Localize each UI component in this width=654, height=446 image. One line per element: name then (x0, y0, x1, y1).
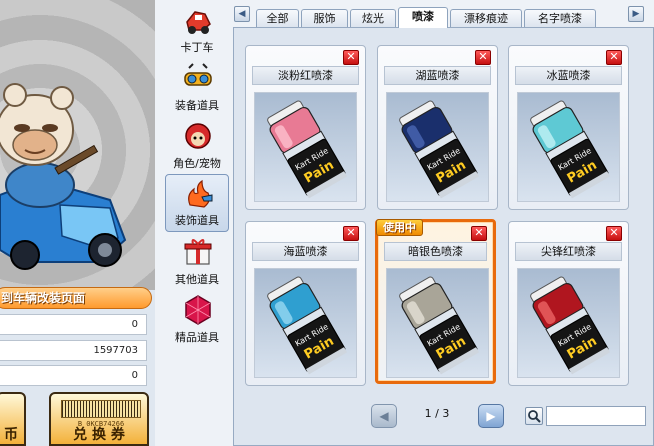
category-label: 装饰道具 (175, 214, 219, 227)
search-input[interactable] (546, 406, 646, 426)
item-image: Kart Ride Pain (254, 92, 357, 202)
category-label: 卡丁车 (180, 41, 214, 54)
item-image: Kart Ride Pain (386, 92, 489, 202)
tab-all[interactable]: 全部 (256, 9, 299, 28)
in-use-badge: 使用中 (376, 219, 423, 236)
current-page: 1 (424, 407, 432, 420)
remove-item-button[interactable]: ✕ (475, 50, 491, 65)
item-name: 海蓝喷漆 (252, 242, 359, 261)
search-icon (528, 410, 541, 423)
character-showcase: 到车辆改装页面 0 1597703 0 币 B 0KCB74266 兑 换 券 (0, 0, 155, 446)
stat-value: 1597703 (0, 340, 147, 361)
remove-item-button[interactable]: ✕ (343, 50, 359, 65)
category-decoration[interactable]: 装饰道具 (165, 174, 229, 232)
item-card[interactable]: ✕ 湖蓝喷漆 Kart Ride Pain (377, 45, 498, 210)
remove-item-button[interactable]: ✕ (471, 226, 487, 241)
stat-value: 0 (0, 365, 147, 386)
decoration-icon (188, 179, 213, 208)
tab-bar: ◀ 全部 服饰 炫光 喷漆 漂移痕迹 名字喷漆 ▶ (232, 6, 654, 28)
item-image: Kart Ride Pain (254, 268, 357, 378)
spray-can-icon: Kart Ride Pain (399, 276, 480, 375)
ruby-gem-icon (185, 295, 211, 325)
spray-can-icon: Kart Ride Pain (267, 276, 348, 375)
item-card[interactable]: 使用中 ✕ 暗银色喷漆 Kart Ride Pain (375, 219, 496, 384)
category-other[interactable]: 其他道具 (165, 232, 229, 290)
item-card[interactable]: ✕ 冰蓝喷漆 Kart Ride Pain (508, 45, 629, 210)
item-name: 尖锋红喷漆 (515, 242, 622, 261)
category-label: 装备道具 (175, 99, 219, 112)
category-label: 其他道具 (175, 273, 219, 286)
character-kart-illustration (0, 83, 127, 270)
category-premium[interactable]: 精品道具 (165, 290, 229, 348)
total-pages: 3 (442, 407, 450, 420)
category-equipment[interactable]: 装备道具 (165, 58, 229, 116)
item-name: 湖蓝喷漆 (384, 66, 491, 85)
tab-clothing[interactable]: 服饰 (301, 9, 348, 28)
tab-name-spray[interactable]: 名字喷漆 (524, 9, 596, 28)
character-stage (0, 0, 155, 290)
spray-can-icon: Kart Ride Pain (399, 100, 480, 199)
page-separator: / (435, 407, 439, 420)
category-list: 卡丁车 装备道具 角色/宠物 装饰道具 其他道具 精品道具 (163, 0, 233, 446)
kart-icon (186, 11, 211, 34)
tab-scroll-right-button[interactable]: ▶ (628, 6, 644, 22)
item-image: Kart Ride Pain (517, 268, 620, 378)
stat-value: 0 (0, 314, 147, 335)
tab-spray-paint[interactable]: 喷漆 (398, 7, 448, 28)
category-label: 角色/宠物 (173, 157, 221, 170)
category-label: 精品道具 (175, 331, 219, 344)
search-button[interactable] (525, 407, 543, 425)
item-image: Kart Ride Pain (517, 92, 620, 202)
remove-item-button[interactable]: ✕ (606, 50, 622, 65)
item-card[interactable]: ✕ 尖锋红喷漆 Kart Ride Pain (508, 221, 629, 386)
prev-page-button[interactable]: ◀ (371, 404, 397, 428)
item-card[interactable]: ✕ 淡粉红喷漆 Kart Ride Pain (245, 45, 366, 210)
category-kart[interactable]: 卡丁车 (165, 0, 229, 58)
page-indicator: 1 / 3 (405, 407, 469, 420)
item-name: 冰蓝喷漆 (515, 66, 622, 85)
tab-drift-marks[interactable]: 漂移痕迹 (450, 9, 522, 28)
remove-item-button[interactable]: ✕ (343, 226, 359, 241)
spray-can-icon: Kart Ride Pain (530, 276, 611, 375)
gift-box-icon (184, 239, 212, 265)
character-icon (185, 123, 211, 149)
exchange-coupon-label: 兑 换 券 (73, 427, 125, 443)
next-page-button[interactable]: ▶ (478, 404, 504, 428)
spray-can-icon: Kart Ride Pain (267, 100, 348, 199)
item-name: 暗银色喷漆 (384, 242, 487, 261)
currency-button[interactable]: 币 (0, 392, 26, 446)
tab-glow[interactable]: 炫光 (350, 9, 396, 28)
category-character-pet[interactable]: 角色/宠物 (165, 116, 229, 174)
spray-can-icon: Kart Ride Pain (530, 100, 611, 199)
item-card[interactable]: ✕ 海蓝喷漆 Kart Ride Pain (245, 221, 366, 386)
remove-item-button[interactable]: ✕ (606, 226, 622, 241)
currency-button-label: 币 (4, 427, 18, 443)
goggles-icon (184, 63, 212, 86)
exchange-coupon-button[interactable]: B 0KCB74266 兑 换 券 (49, 392, 149, 446)
kart-modify-page-link[interactable]: 到车辆改装页面 (0, 287, 152, 309)
item-image: Kart Ride Pain (386, 268, 489, 378)
barcode-icon (61, 400, 141, 418)
item-name: 淡粉红喷漆 (252, 66, 359, 85)
tab-scroll-left-button[interactable]: ◀ (234, 6, 250, 22)
